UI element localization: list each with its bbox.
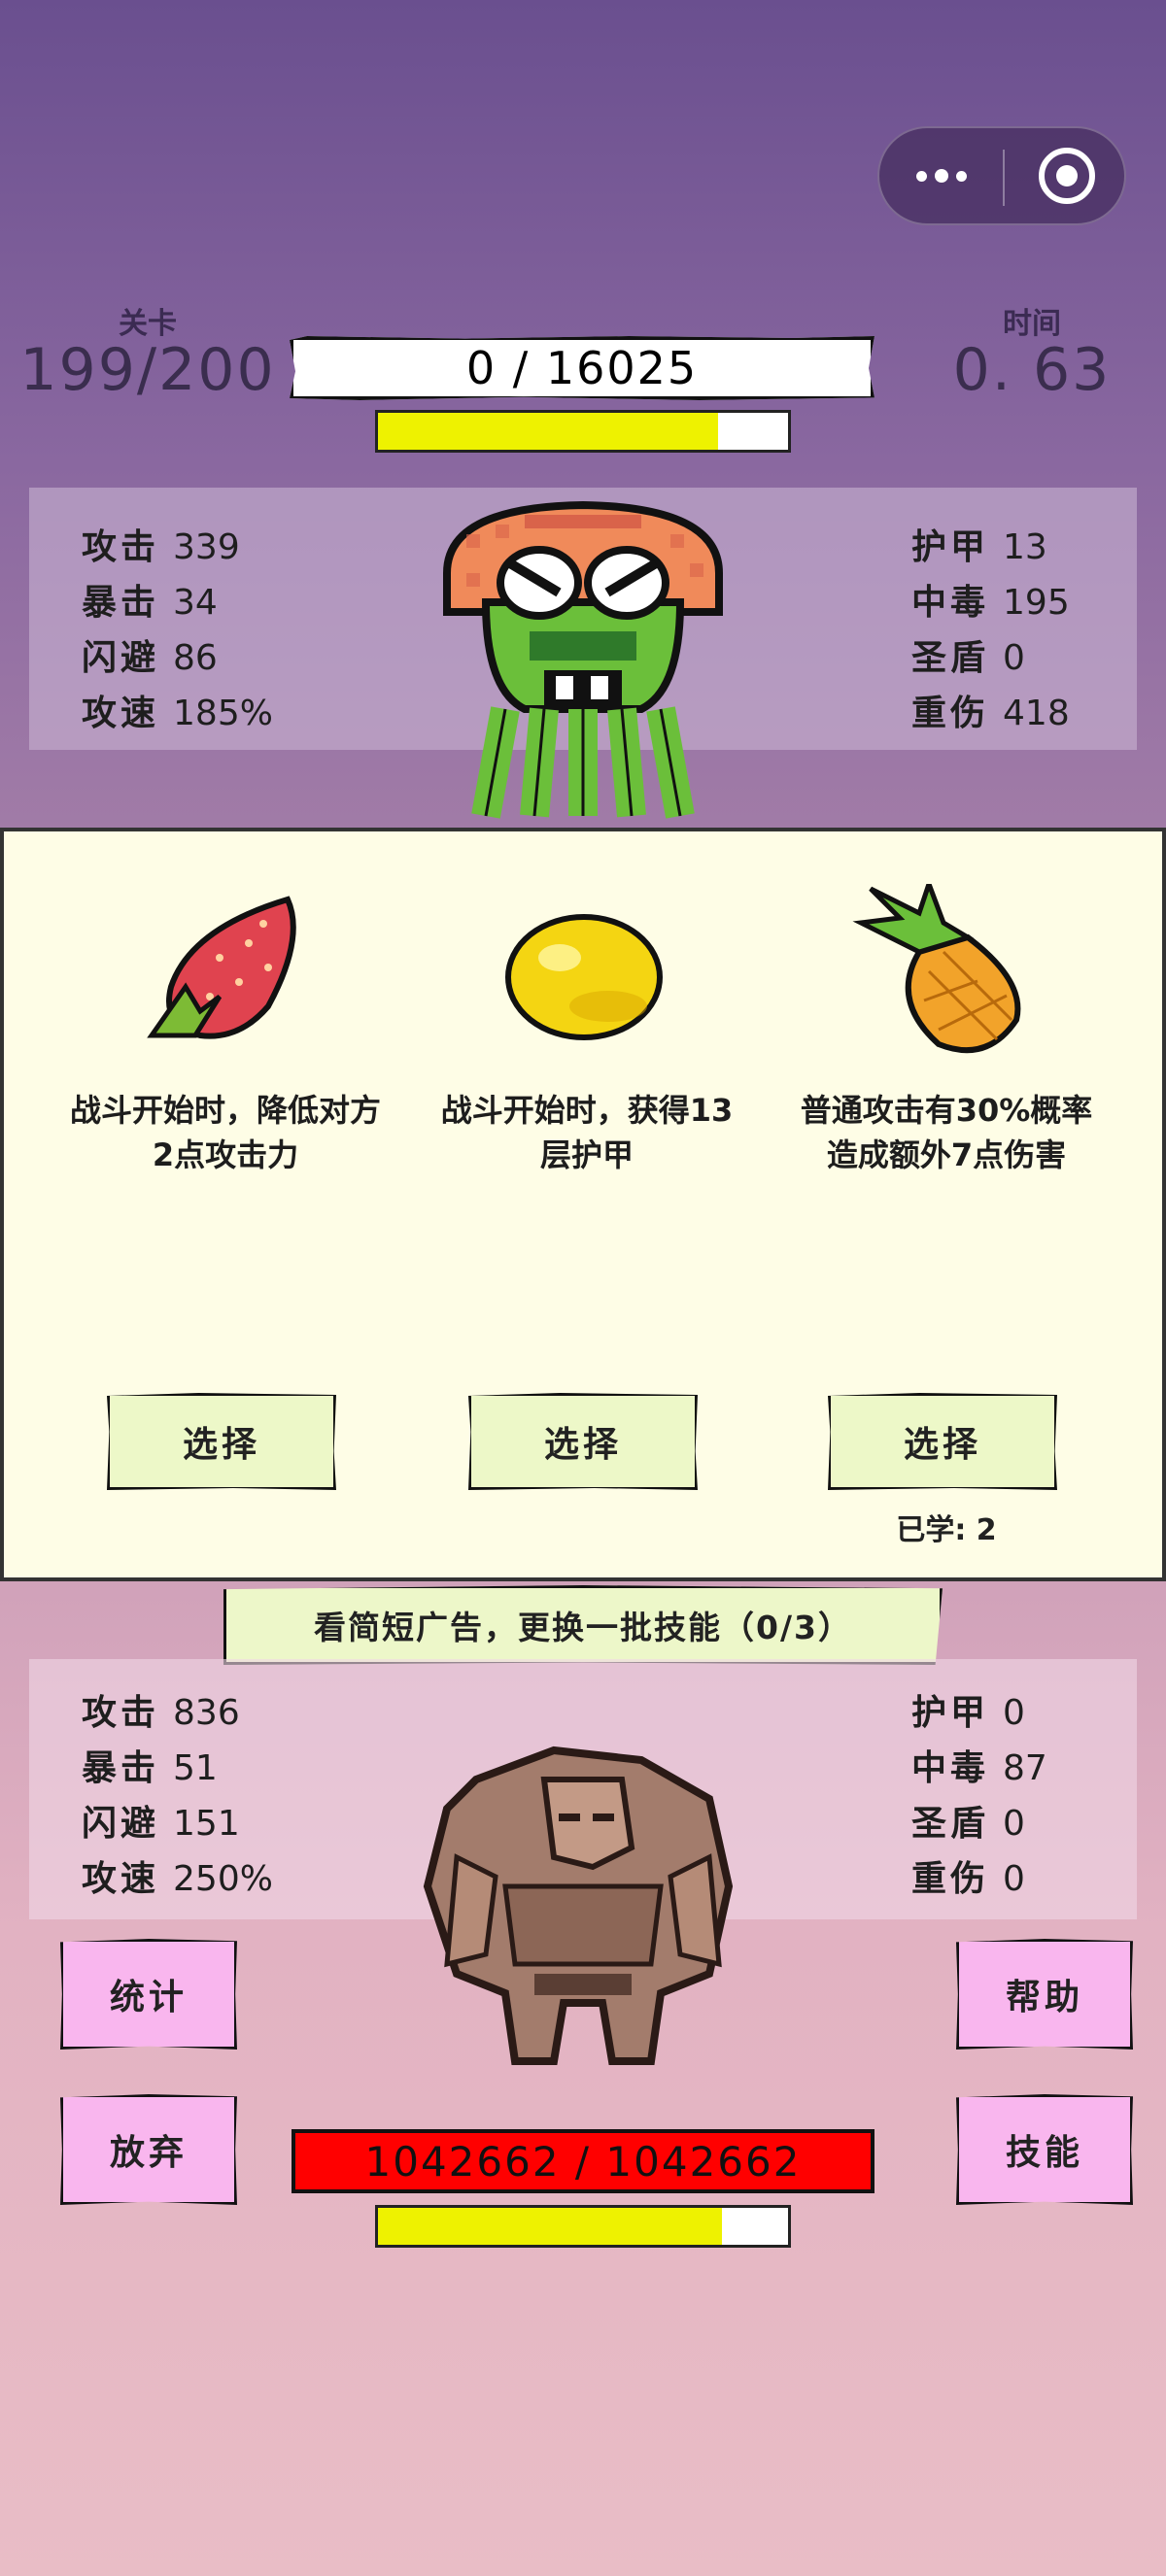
- enemy-stat-poison: 中毒 87: [911, 1740, 1047, 1790]
- stat-value: 34: [173, 583, 218, 623]
- stat-key: 攻速: [82, 694, 160, 733]
- more-dots-icon[interactable]: [879, 128, 1004, 223]
- stat-value: 13: [1003, 527, 1047, 567]
- help-button[interactable]: 帮助: [956, 1939, 1133, 2050]
- skills-button[interactable]: 技能: [956, 2094, 1133, 2205]
- player-stat-dodge: 闪避 86: [82, 629, 218, 680]
- time-value: 0. 63: [952, 336, 1112, 404]
- choice-3-description: 普通攻击有30%概率造成额外7点伤害: [800, 1092, 1093, 1173]
- choose-button-2[interactable]: 选择: [468, 1393, 698, 1490]
- choice-2-description: 战斗开始时，获得13层护甲: [440, 1092, 734, 1173]
- stat-key: 闪避: [82, 1804, 160, 1844]
- stat-value: 87: [1003, 1748, 1047, 1788]
- strawberry-icon: [147, 896, 296, 1039]
- target-circle-icon[interactable]: [1039, 148, 1095, 204]
- level-value: 199/200: [19, 336, 276, 404]
- player-stat-attack: 攻击 339: [82, 519, 240, 569]
- player-stat-shield: 圣盾 0: [911, 629, 1025, 680]
- player-stat-armor: 护甲 13: [911, 519, 1047, 569]
- stat-key: 中毒: [911, 583, 990, 623]
- stat-key: 中毒: [911, 1748, 990, 1788]
- choice-1-description: 战斗开始时，降低对方2点攻击力: [70, 1092, 382, 1173]
- stats-button[interactable]: 统计: [60, 1939, 237, 2050]
- choose-button-1[interactable]: 选择: [107, 1393, 336, 1490]
- stat-key: 重伤: [911, 694, 990, 733]
- player-stat-speed: 攻速 185%: [82, 685, 273, 735]
- enemy-hp-text: 1042662 / 1042662: [364, 2137, 802, 2186]
- lemon-icon: [505, 914, 663, 1040]
- stat-value: 0: [1003, 1859, 1025, 1899]
- player-hp-box: 0 / 16025: [290, 336, 874, 400]
- enemy-stat-dodge: 闪避 151: [82, 1795, 240, 1846]
- choose-button-3[interactable]: 选择: [828, 1393, 1057, 1490]
- skill-choice-card: 战斗开始时，降低对方2点攻击力 战斗开始时，获得13层护甲 普通攻击有30%概率…: [0, 828, 1166, 1581]
- stat-value: 836: [173, 1693, 240, 1733]
- player-progress-bar: [375, 410, 791, 453]
- stat-key: 圣盾: [911, 638, 990, 678]
- enemy-stat-shield: 圣盾 0: [911, 1795, 1025, 1846]
- capsule-divider: [1003, 150, 1005, 206]
- learned-count: 已学: 2: [896, 1513, 997, 1547]
- stat-value: 418: [1003, 694, 1070, 733]
- enemy-stat-speed: 攻速 250%: [82, 1850, 273, 1901]
- stat-key: 暴击: [82, 583, 160, 623]
- stat-value: 195: [1003, 583, 1070, 623]
- stat-key: 护甲: [911, 527, 990, 567]
- player-stat-poison: 中毒 195: [911, 574, 1070, 625]
- stat-key: 重伤: [911, 1859, 990, 1899]
- enemy-stat-crit: 暴击 51: [82, 1740, 218, 1790]
- pineapple-icon: [852, 884, 1021, 1054]
- enemy-stat-wound: 重伤 0: [911, 1850, 1025, 1901]
- stat-key: 闪避: [82, 638, 160, 678]
- player-progress-fill: [378, 413, 719, 450]
- stat-value: 185%: [173, 694, 273, 733]
- enemy-progress-bar: [375, 2205, 791, 2248]
- watch-ad-refresh-button[interactable]: 看简短广告，更换一批技能（0/3）: [223, 1585, 943, 1665]
- stat-key: 暴击: [82, 1748, 160, 1788]
- enemy-progress-fill: [378, 2208, 723, 2245]
- stat-value: 0: [1003, 1804, 1025, 1844]
- stat-key: 攻速: [82, 1859, 160, 1899]
- player-stat-crit: 暴击 34: [82, 574, 218, 625]
- stat-key: 攻击: [82, 527, 160, 567]
- enemy-hp-box: 1042662 / 1042662: [292, 2129, 874, 2193]
- enemy-stat-armor: 护甲 0: [911, 1684, 1025, 1735]
- frog-mushroom-character: [443, 500, 723, 819]
- mini-program-capsule: [877, 126, 1126, 225]
- stat-value: 339: [173, 527, 240, 567]
- rock-golem-enemy: [423, 1746, 734, 2065]
- stat-key: 护甲: [911, 1693, 990, 1733]
- stat-value: 51: [173, 1748, 218, 1788]
- enemy-stat-attack: 攻击 836: [82, 1684, 240, 1735]
- stat-value: 0: [1003, 638, 1025, 678]
- stat-key: 圣盾: [911, 1804, 990, 1844]
- stat-value: 86: [173, 638, 218, 678]
- player-stat-wound: 重伤 418: [911, 685, 1070, 735]
- stat-value: 250%: [173, 1859, 273, 1899]
- stat-value: 151: [173, 1804, 240, 1844]
- player-hp-text: 0 / 16025: [465, 342, 699, 394]
- give-up-button[interactable]: 放弃: [60, 2094, 237, 2205]
- stat-value: 0: [1003, 1693, 1025, 1733]
- stat-key: 攻击: [82, 1693, 160, 1733]
